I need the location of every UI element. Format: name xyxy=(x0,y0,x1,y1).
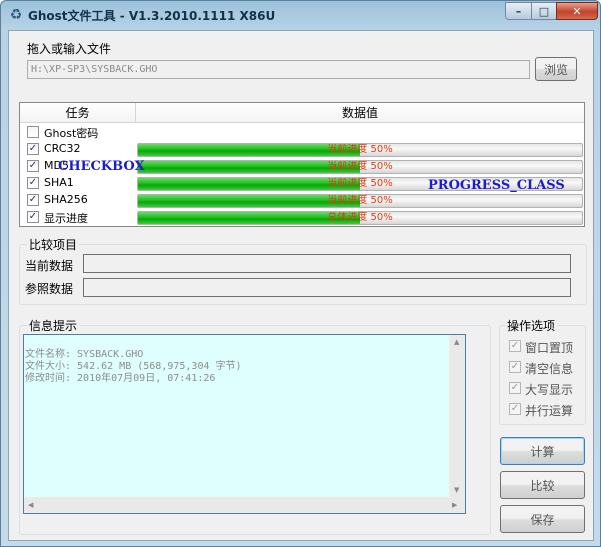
compare-button[interactable]: 比较 xyxy=(500,471,585,499)
task-checkbox[interactable]: ✓ xyxy=(27,211,39,223)
current-data-field[interactable] xyxy=(83,254,571,273)
file-label: 拖入或输入文件 xyxy=(27,42,112,56)
app-icon: ♻ xyxy=(9,7,23,23)
reference-data-label: 参照数据 xyxy=(25,282,74,296)
info-title: 信息提示 xyxy=(27,317,80,334)
maximize-button[interactable]: □ xyxy=(531,2,557,20)
info-textbox[interactable]: 文件名称: SYSBACK.GHO 文件大小: 542.62 MB (568,9… xyxy=(23,334,466,514)
option-label: 窗口置顶 xyxy=(525,341,574,355)
minimize-button[interactable]: – xyxy=(505,2,532,20)
scroll-up-icon[interactable]: ▲ xyxy=(454,338,459,346)
check-icon: ✓ xyxy=(28,211,38,222)
task-row: Ghost密码 xyxy=(20,124,584,141)
task-row: ✓ 显示进度 总体进度 50% xyxy=(20,209,584,226)
task-label: 显示进度 xyxy=(44,212,88,225)
horizontal-scrollbar[interactable]: ◀ ▶ xyxy=(24,497,465,513)
option-checkbox[interactable]: ✓ xyxy=(509,340,521,352)
option-label: 并行运算 xyxy=(525,404,574,418)
column-header-task[interactable]: 任务 xyxy=(20,103,136,123)
file-path-input[interactable]: H:\XP-SP3\SYSBACK.GHO xyxy=(27,60,530,79)
save-button[interactable]: 保存 xyxy=(500,505,585,533)
client-area: 拖入或输入文件 H:\XP-SP3\SYSBACK.GHO 浏览 任务 数据值 … xyxy=(8,30,594,541)
option-label: 大写显示 xyxy=(525,383,574,397)
check-icon: ✓ xyxy=(510,403,520,414)
progress-text: 当前进度 50% xyxy=(327,161,393,172)
close-icon: ✕ xyxy=(572,4,582,18)
check-icon: ✓ xyxy=(28,194,38,205)
progress-text: 总体进度 50% xyxy=(327,212,393,223)
check-icon: ✓ xyxy=(510,340,520,351)
progress-overlay-label: PROGRESS_CLASS xyxy=(428,178,565,193)
task-label: CRC32 xyxy=(44,142,81,155)
task-checkbox[interactable]: ✓ xyxy=(27,194,39,206)
task-row: ✓ CRC32 当前进度 50% xyxy=(20,141,584,158)
vertical-scrollbar[interactable]: ▲ ▼ xyxy=(449,335,465,498)
option-checkbox[interactable]: ✓ xyxy=(509,361,521,373)
window-title: Ghost文件工具 - V1.3.2010.1111 X86U xyxy=(28,9,276,23)
progress-bar: 总体进度 50% xyxy=(137,211,583,225)
progress-bar: 当前进度 50% xyxy=(137,143,583,157)
options-list: ✓ 窗口置顶 ✓ 清空信息 ✓ 大写显示 ✓ 并行运算 xyxy=(509,338,583,422)
app-window: ♻ Ghost文件工具 - V1.3.2010.1111 X86U – □ ✕ … xyxy=(0,0,601,547)
task-row: ✓ SHA256 当前进度 50% xyxy=(20,192,584,209)
scroll-left-icon[interactable]: ◀ xyxy=(28,501,33,509)
compute-button[interactable]: 计算 xyxy=(500,437,585,465)
scroll-down-icon[interactable]: ▼ xyxy=(454,486,459,494)
option-checkbox[interactable]: ✓ xyxy=(509,382,521,394)
task-checkbox[interactable]: ✓ xyxy=(27,143,39,155)
reference-data-field[interactable] xyxy=(83,278,571,297)
minimize-icon: – xyxy=(515,4,522,18)
check-icon: ✓ xyxy=(510,361,520,372)
checkbox-overlay-label: CHECKBOX xyxy=(58,159,145,174)
progress-bar: 当前进度 50% xyxy=(137,194,583,208)
scroll-right-icon[interactable]: ▶ xyxy=(452,501,457,509)
check-icon: ✓ xyxy=(28,177,38,188)
options-title: 操作选项 xyxy=(505,317,558,334)
check-icon: ✓ xyxy=(28,143,38,154)
task-label: SHA256 xyxy=(44,193,88,206)
task-label: Ghost密码 xyxy=(44,127,99,140)
task-label: SHA1 xyxy=(44,176,74,189)
maximize-icon: □ xyxy=(538,4,550,18)
task-checkbox[interactable] xyxy=(27,126,39,138)
close-button[interactable]: ✕ xyxy=(556,2,598,20)
task-checkbox[interactable]: ✓ xyxy=(27,160,39,172)
option-label: 清空信息 xyxy=(525,362,574,376)
option-checkbox[interactable]: ✓ xyxy=(509,403,521,415)
title-bar[interactable]: ♻ Ghost文件工具 - V1.3.2010.1111 X86U – □ ✕ xyxy=(1,1,600,30)
progress-text: 当前进度 50% xyxy=(327,144,393,155)
task-list: 任务 数据值 Ghost密码 ✓ CRC32 当前进度 50% ✓ MD5 当前进度 50%… xyxy=(19,102,585,227)
column-header-value[interactable]: 数据值 xyxy=(136,103,584,123)
progress-text: 当前进度 50% xyxy=(327,195,393,206)
info-text: 文件名称: SYSBACK.GHO 文件大小: 542.62 MB (568,9… xyxy=(25,349,242,384)
current-data-label: 当前数据 xyxy=(25,259,74,273)
task-checkbox[interactable]: ✓ xyxy=(27,177,39,189)
browse-button[interactable]: 浏览 xyxy=(535,57,577,81)
check-icon: ✓ xyxy=(28,160,38,171)
compare-title: 比较项目 xyxy=(27,236,80,253)
progress-bar: 当前进度 50% xyxy=(137,160,583,174)
check-icon: ✓ xyxy=(510,382,520,393)
